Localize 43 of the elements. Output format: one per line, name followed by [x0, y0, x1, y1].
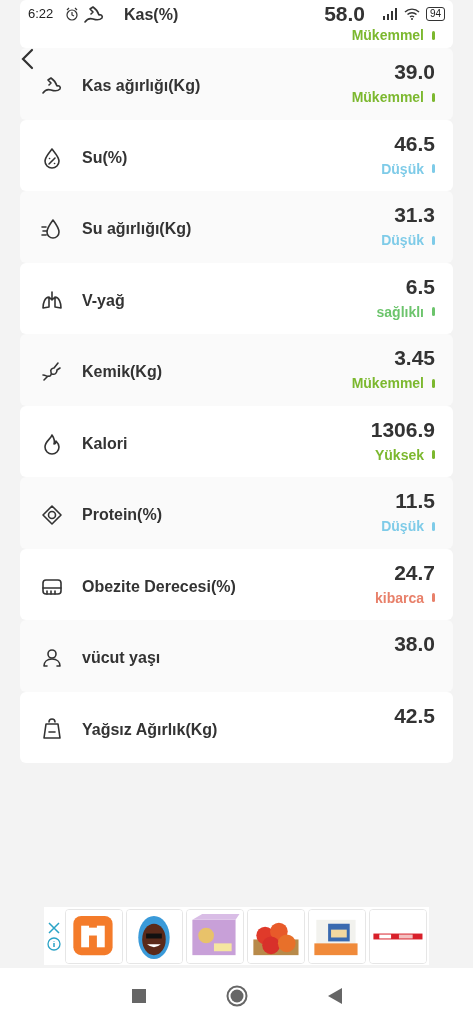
status-text: Düşük	[381, 517, 424, 535]
info-icon[interactable]	[46, 936, 61, 951]
metric-value: 39.0	[394, 60, 435, 84]
status-time: 6:22	[28, 5, 54, 24]
recent-apps-icon[interactable]	[131, 989, 146, 1003]
metric-value: 31.3	[394, 203, 435, 227]
status-text: Düşük	[381, 231, 424, 249]
metric-label: Yağsız Ağırlık(Kg)	[82, 719, 218, 740]
close-icon[interactable]	[47, 921, 60, 934]
person-icon	[40, 646, 64, 670]
back-nav-icon[interactable]	[327, 988, 342, 1004]
chevron-left-icon	[20, 48, 34, 70]
home-icon[interactable]	[225, 985, 248, 1007]
status-text: Yüksek	[374, 445, 424, 464]
metric-label: Su(%)	[82, 147, 128, 168]
status-text: sağlıklı	[376, 302, 424, 321]
metric-value: 3.45	[394, 346, 435, 370]
metric-value: 11.5	[395, 489, 435, 513]
status-text: Mükemmel	[351, 26, 424, 44]
status-text: Mükemmel	[351, 88, 424, 106]
metric-value: 58.0	[324, 2, 365, 26]
metric-value: 42.5	[394, 703, 435, 728]
metric-label: Kas(%)	[124, 5, 179, 25]
metric-value: 1306.9	[370, 417, 435, 442]
metric-label: Protein(%)	[82, 505, 162, 525]
metric-label: Obezite Derecesi(%)	[82, 576, 236, 597]
fried-egg-icon	[40, 503, 64, 527]
metric-label: Kas ağırlığı(Kg)	[82, 76, 201, 96]
metric-value: 6.5	[405, 274, 435, 299]
metric-value: 46.5	[394, 131, 435, 156]
metric-value: 24.7	[394, 560, 435, 585]
status-text: Düşük	[381, 159, 424, 178]
wifi-icon	[403, 8, 420, 20]
metric-label: Kalori	[82, 433, 128, 454]
metric-label: Su ağırlığı(Kg)	[82, 219, 192, 239]
status-text: kibarca	[374, 588, 424, 607]
status-text: Mükemmel	[351, 374, 424, 392]
metric-label: Kemik(Kg)	[82, 362, 162, 382]
alarm-icon	[65, 7, 80, 21]
metric-label: V-yağ	[82, 290, 125, 311]
signal-icon	[381, 8, 398, 20]
metric-label: vücut yaşı	[82, 648, 161, 668]
metric-value: 38.0	[394, 632, 435, 656]
